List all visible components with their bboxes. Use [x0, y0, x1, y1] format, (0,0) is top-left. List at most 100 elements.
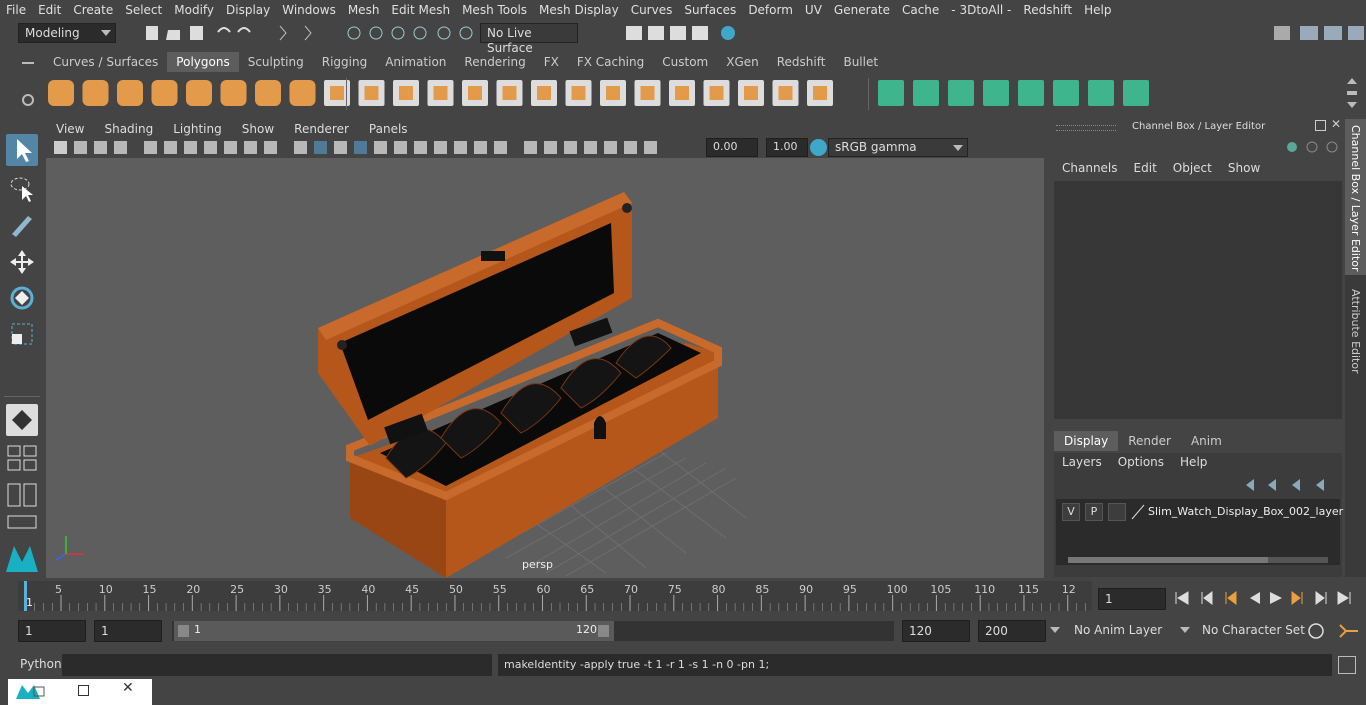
menu-modify[interactable]: Modify — [168, 3, 220, 17]
menu-help[interactable]: Help — [1078, 3, 1117, 17]
tab-channel-box[interactable]: Channel Box / Layer Editor — [1345, 119, 1366, 275]
script-editor-icon[interactable] — [1338, 656, 1356, 674]
scrollbar-thumb[interactable] — [1068, 557, 1268, 563]
channel-box-icons[interactable] — [1284, 139, 1344, 155]
menu-cache[interactable]: Cache — [896, 3, 945, 17]
menu-select[interactable]: Select — [119, 3, 168, 17]
shelf-tab-sculpting[interactable]: Sculpting — [239, 52, 313, 72]
close-icon[interactable]: ✕ — [1331, 117, 1341, 131]
maximize-icon[interactable] — [78, 685, 89, 696]
exposure-field[interactable]: 0.00 — [706, 138, 758, 157]
live-surface-field[interactable]: No Live Surface — [480, 23, 578, 55]
menu-mesh-tools[interactable]: Mesh Tools — [456, 3, 533, 17]
channel-menu-channels[interactable]: Channels — [1054, 161, 1126, 175]
character-set-dropdown[interactable]: No Character Set — [1196, 620, 1305, 642]
shelf-scroll[interactable] — [1344, 76, 1360, 110]
layer-menu-layers[interactable]: Layers — [1054, 453, 1110, 471]
lasso-tool[interactable] — [6, 172, 38, 204]
shelf-tab-curves-surfaces[interactable]: Curves / Surfaces — [44, 52, 167, 72]
menu-mesh[interactable]: Mesh — [342, 3, 386, 17]
shelf-tab-fx[interactable]: FX — [535, 52, 568, 72]
layer-action-icons[interactable] — [1240, 475, 1340, 493]
menu-3dtoall[interactable]: - 3DtoAll - — [945, 3, 1017, 17]
drag-handle[interactable] — [1056, 125, 1116, 131]
menu-uv[interactable]: UV — [799, 3, 828, 17]
menu-redshift[interactable]: Redshift — [1017, 3, 1078, 17]
menu-display[interactable]: Display — [220, 3, 276, 17]
panel-menu-view[interactable]: View — [46, 122, 94, 136]
anim-layer-dropdown[interactable]: No Anim Layer — [1068, 620, 1192, 642]
range-start-grip[interactable] — [178, 625, 189, 637]
scale-tool[interactable] — [6, 318, 38, 350]
float-panel-icon[interactable] — [1315, 120, 1326, 131]
shelf-tab-xgen[interactable]: XGen — [717, 52, 768, 72]
chevron-down-icon[interactable] — [1180, 627, 1190, 633]
menu-curves[interactable]: Curves — [625, 3, 679, 17]
shelf-tab-polygons[interactable]: Polygons — [167, 52, 239, 72]
layer-visibility-toggle[interactable]: V — [1062, 503, 1080, 521]
menu-deform[interactable]: Deform — [742, 3, 799, 17]
range-end-grip[interactable] — [598, 625, 609, 637]
shelf-tab-redshift[interactable]: Redshift — [768, 52, 835, 72]
panel-menu-renderer[interactable]: Renderer — [284, 122, 359, 136]
start-frame-field[interactable]: 1 — [18, 620, 86, 642]
mode-dropdown[interactable]: Modeling — [18, 23, 116, 43]
end-frame-field[interactable]: 200 — [978, 620, 1046, 642]
tab-attribute-editor[interactable]: Attribute Editor — [1345, 283, 1366, 374]
colorspace-dropdown[interactable]: sRGB gamma — [828, 138, 968, 157]
layer-color-swatch[interactable] — [1130, 503, 1146, 521]
shelf-tab-bullet[interactable]: Bullet — [834, 52, 887, 72]
playback-start-field[interactable]: 1 — [94, 620, 162, 642]
menu-icon[interactable] — [22, 62, 34, 64]
color-management-icon[interactable] — [810, 139, 827, 156]
menu-edit-mesh[interactable]: Edit Mesh — [385, 3, 456, 17]
layer-menu-options[interactable]: Options — [1110, 453, 1172, 471]
gear-icon[interactable] — [22, 94, 34, 106]
channel-list[interactable] — [1054, 181, 1342, 419]
panel-menu-shading[interactable]: Shading — [94, 122, 163, 136]
layer-tab-display[interactable]: Display — [1054, 431, 1119, 451]
layer-tab-render[interactable]: Render — [1118, 431, 1181, 451]
menu-generate[interactable]: Generate — [828, 3, 896, 17]
shelf-tab-animation[interactable]: Animation — [376, 52, 455, 72]
render-icons[interactable] — [590, 22, 750, 44]
layer-playback-toggle[interactable]: P — [1085, 503, 1103, 521]
layer-menu-help[interactable]: Help — [1172, 453, 1215, 471]
menu-create[interactable]: Create — [67, 3, 119, 17]
soft-mod-tool[interactable] — [6, 404, 38, 436]
shelf-tab-rendering[interactable]: Rendering — [455, 52, 534, 72]
paint-select-tool[interactable] — [6, 208, 38, 240]
menu-mesh-display[interactable]: Mesh Display — [533, 3, 625, 17]
range-icons[interactable] — [1306, 621, 1362, 641]
range-slider[interactable]: 1 120 — [172, 621, 894, 641]
chevron-down-icon[interactable] — [1050, 627, 1060, 633]
rotate-tool[interactable] — [6, 282, 38, 314]
gamma-field[interactable]: 1.00 — [766, 138, 808, 157]
move-tool[interactable] — [6, 246, 38, 278]
shelf-tab-rigging[interactable]: Rigging — [313, 52, 376, 72]
shelf-side-controls[interactable] — [18, 52, 38, 114]
range-slider-handle[interactable]: 1 120 — [174, 621, 614, 641]
panel-menu-lighting[interactable]: Lighting — [163, 122, 232, 136]
viewport[interactable]: persp — [46, 158, 1044, 578]
layout-presets[interactable] — [6, 444, 38, 544]
select-tool[interactable] — [6, 134, 38, 166]
menu-edit[interactable]: Edit — [32, 3, 67, 17]
layer-name[interactable]: Slim_Watch_Display_Box_002_layer — [1148, 505, 1343, 518]
current-frame-field[interactable]: 1 — [1098, 588, 1166, 610]
panel-menu-panels[interactable]: Panels — [359, 122, 418, 136]
command-input[interactable] — [62, 654, 492, 676]
playback-end-field[interactable]: 120 — [902, 620, 970, 642]
channel-menu-edit[interactable]: Edit — [1126, 161, 1165, 175]
menu-file[interactable]: File — [0, 3, 32, 17]
playback-controls[interactable] — [1172, 588, 1362, 608]
command-language-label[interactable]: Python — [20, 657, 62, 671]
panel-menu-show[interactable]: Show — [232, 122, 284, 136]
shelf-tab-custom[interactable]: Custom — [653, 52, 717, 72]
layer-display-type-toggle[interactable] — [1108, 503, 1126, 521]
channel-menu-show[interactable]: Show — [1220, 161, 1268, 175]
layer-tab-anim[interactable]: Anim — [1181, 431, 1232, 451]
channel-menu-object[interactable]: Object — [1165, 161, 1220, 175]
shelf-icons[interactable] — [44, 74, 1364, 114]
menu-surfaces[interactable]: Surfaces — [678, 3, 742, 17]
